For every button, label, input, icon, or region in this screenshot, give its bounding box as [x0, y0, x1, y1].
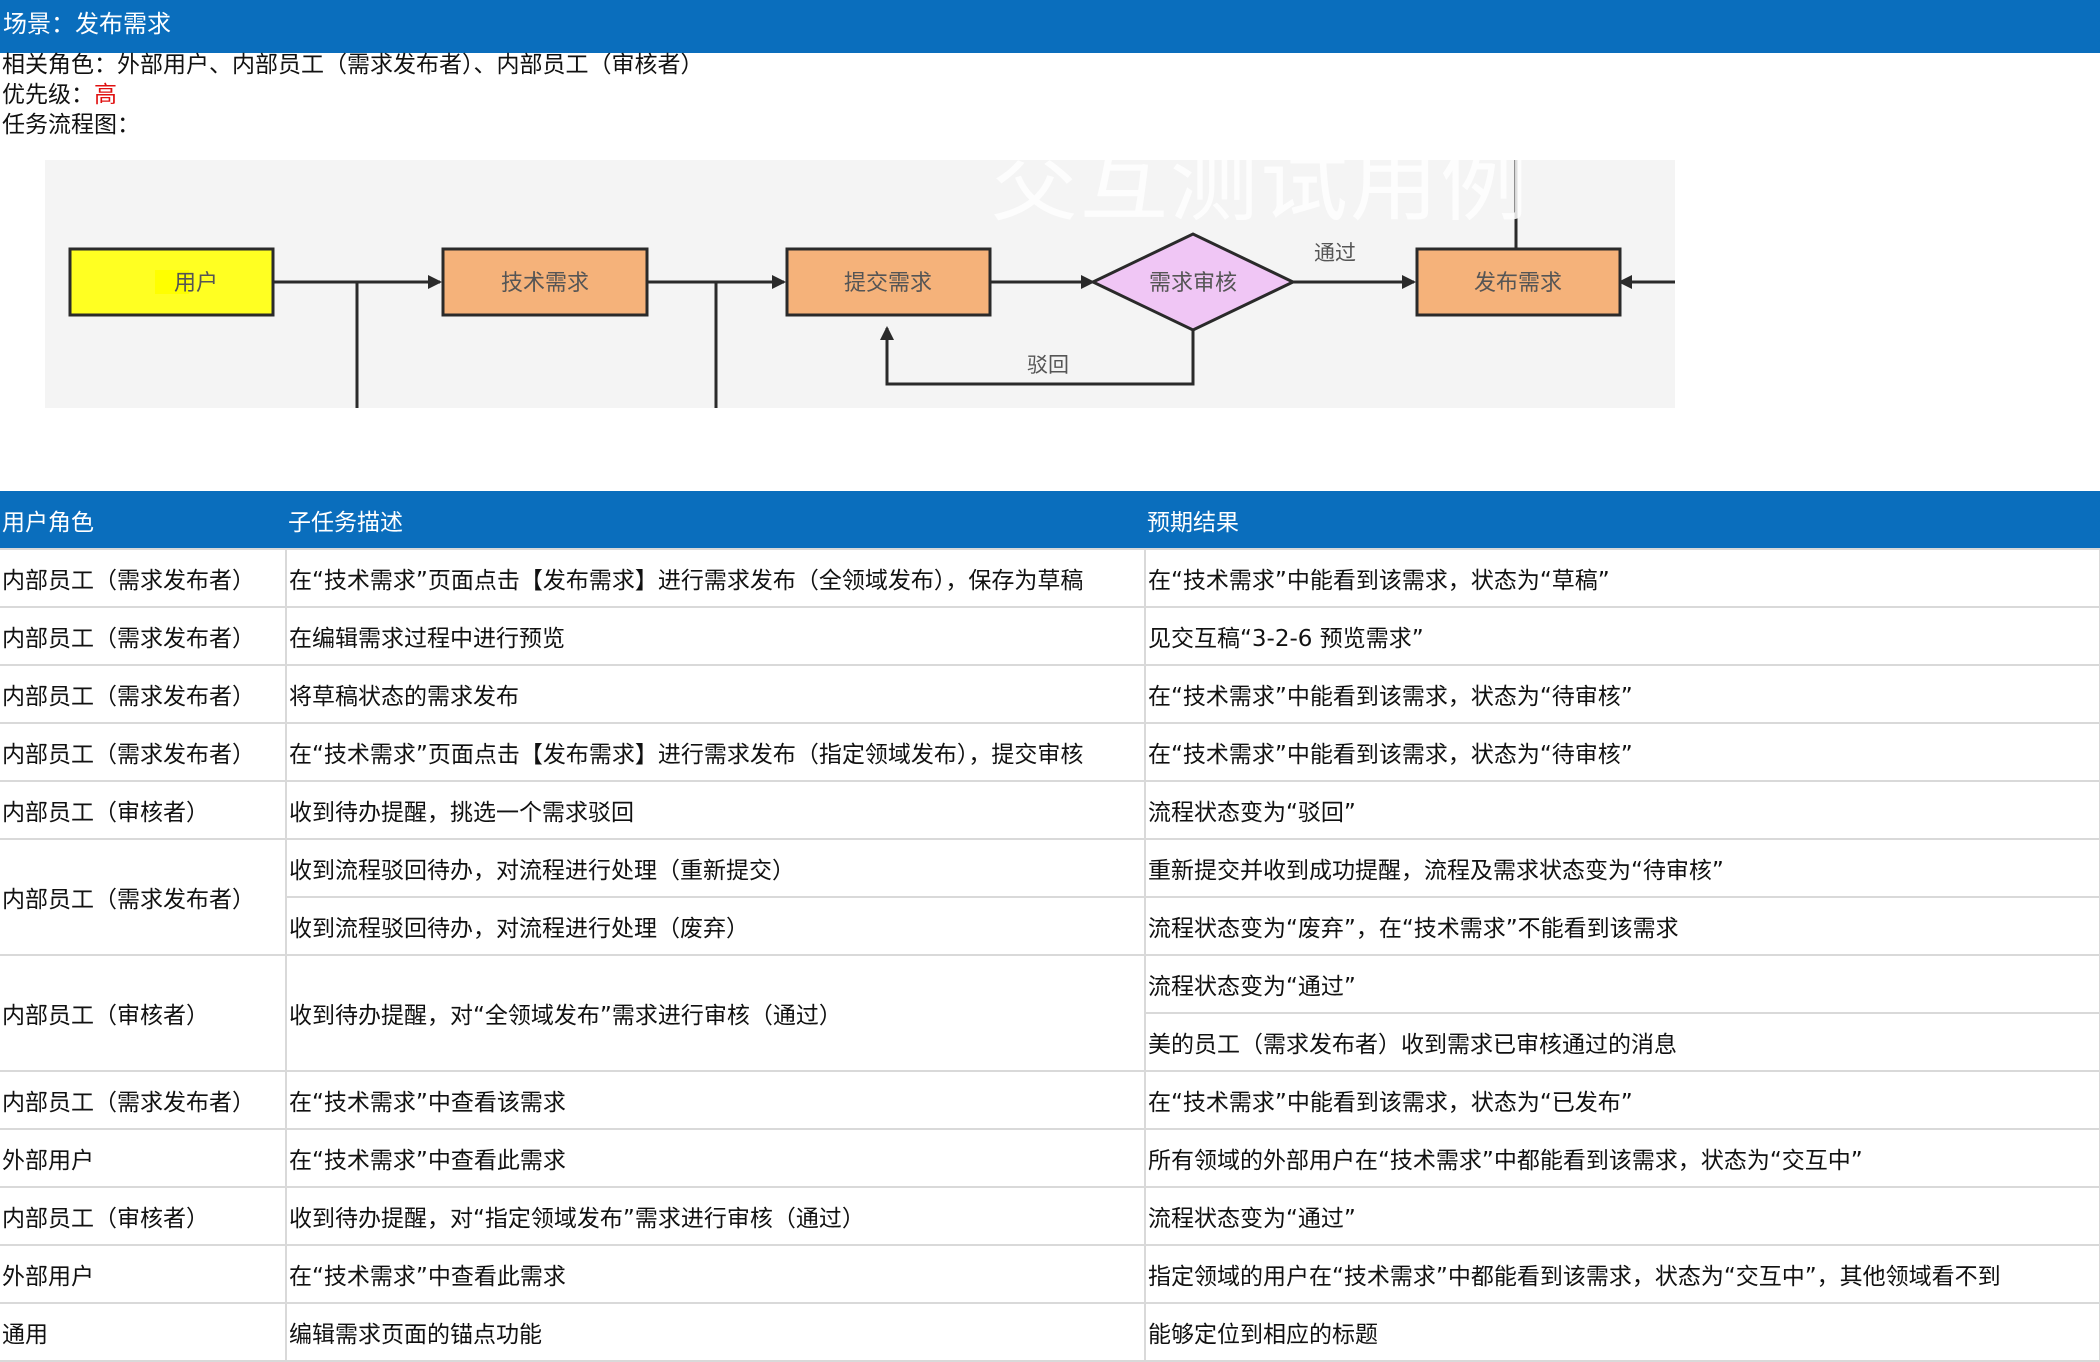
table-row: 内部员工（需求发布者） 在“技术需求”页面点击【发布需求】进行需求发布（全领域发…: [0, 548, 2100, 608]
cell-role: 内部员工（需求发布者）: [0, 664, 287, 724]
cell-result: 流程状态变为“通过”: [1144, 1186, 2100, 1246]
header-task: 子任务描述: [286, 491, 1145, 549]
roles-line: 相关角色：外部用户、内部员工（需求发布者）、内部员工（审核者）: [2, 52, 704, 78]
cell-role: 内部员工（需求发布者）: [0, 838, 287, 956]
table-row: 通用 编辑需求页面的锚点功能 能够定位到相应的标题: [0, 1302, 2100, 1362]
cell-role: 通用: [0, 1302, 287, 1362]
cell-result: 见交互稿“3-2-6 预览需求”: [1144, 606, 2100, 666]
cell-result: 流程状态变为“驳回”: [1144, 780, 2100, 840]
cell-result: 指定领域的用户在“技术需求”中都能看到该需求，状态为“交互中”，其他领域看不到: [1144, 1244, 2100, 1304]
header-role: 用户角色: [0, 491, 286, 549]
cell-result: 在“技术需求”中能看到该需求，状态为“已发布”: [1144, 1070, 2100, 1130]
table-row: 内部员工（审核者） 收到待办提醒，对“全领域发布”需求进行审核（通过） 流程状态…: [0, 954, 2100, 1072]
cell-task: 在编辑需求过程中进行预览: [285, 606, 1146, 666]
cell-result: 所有领域的外部用户在“技术需求”中都能看到该需求，状态为“交互中”: [1144, 1128, 2100, 1188]
flow-label: 任务流程图：: [2, 112, 140, 138]
cell-role: 内部员工（需求发布者）: [0, 548, 287, 608]
node-submit-demand-label: 提交需求: [844, 271, 932, 296]
table-row: 内部员工（需求发布者） 将草稿状态的需求发布 在“技术需求”中能看到该需求，状态…: [0, 664, 2100, 724]
table-row: 外部用户 在“技术需求”中查看此需求 所有领域的外部用户在“技术需求”中都能看到…: [0, 1128, 2100, 1188]
cell-result: 在“技术需求”中能看到该需求，状态为“待审核”: [1144, 664, 2100, 724]
cell-task: 在“技术需求”页面点击【发布需求】进行需求发布（指定领域发布），提交审核: [285, 722, 1146, 782]
cell-result: 流程状态变为“废弃”，在“技术需求”不能看到该需求: [1144, 896, 2100, 956]
table-row: 收到流程驳回待办，对流程进行处理（废弃） 流程状态变为“废弃”，在“技术需求”不…: [0, 896, 2100, 956]
table-header-row: 用户角色 子任务描述 预期结果: [0, 491, 2100, 549]
cell-task: 收到流程驳回待办，对流程进行处理（重新提交）: [285, 838, 1146, 898]
priority-label: 优先级：: [2, 82, 94, 108]
table-row: 内部员工（审核者） 收到待办提醒，对“指定领域发布”需求进行审核（通过） 流程状…: [0, 1186, 2100, 1246]
scene-title: 场景：发布需求: [3, 10, 171, 38]
table-row: 内部员工（需求发布者） 在“技术需求”中查看该需求 在“技术需求”中能看到该需求…: [0, 1070, 2100, 1130]
cell-task: 收到待办提醒，挑选一个需求驳回: [285, 780, 1146, 840]
cell-task: 收到流程驳回待办，对流程进行处理（废弃）: [286, 896, 1146, 956]
cell-role: 内部员工（需求发布者）: [0, 1070, 287, 1130]
cell-role: 内部员工（需求发布者）: [0, 606, 287, 666]
cell-task: 在“技术需求”中查看此需求: [285, 1128, 1146, 1188]
cell-role: 内部员工（审核者）: [0, 780, 287, 840]
table-row: 内部员工（需求发布者） 在“技术需求”页面点击【发布需求】进行需求发布（指定领域…: [0, 722, 2100, 782]
node-review-label: 需求审核: [1149, 271, 1237, 296]
cell-result: 在“技术需求”中能看到该需求，状态为“草稿”: [1144, 548, 2100, 608]
cell-role: 外部用户: [0, 1244, 287, 1304]
table-row: 内部员工（需求发布者） 收到流程驳回待办，对流程进行处理（重新提交） 重新提交并…: [0, 838, 2100, 956]
cell-role: 内部员工（审核者）: [0, 1186, 287, 1246]
reject-label: 驳回: [1027, 353, 1069, 377]
cell-role: 内部员工（审核者）: [0, 954, 287, 1072]
cell-role: 内部员工（需求发布者）: [0, 722, 287, 782]
table-row: 外部用户 在“技术需求”中查看此需求 指定领域的用户在“技术需求”中都能看到该需…: [0, 1244, 2100, 1304]
watermark-text: 交互测试用例: [990, 131, 1531, 234]
priority-value: 高: [94, 82, 117, 108]
cell-result: 在“技术需求”中能看到该需求，状态为“待审核”: [1144, 722, 2100, 782]
cell-result: 能够定位到相应的标题: [1144, 1302, 2100, 1362]
node-tech-demand-label: 技术需求: [501, 271, 589, 296]
cell-role: 外部用户: [0, 1128, 287, 1188]
table-row: 内部员工（需求发布者） 在编辑需求过程中进行预览 见交互稿“3-2-6 预览需求…: [0, 606, 2100, 666]
cell-result: 美的员工（需求发布者）收到需求已审核通过的消息: [1145, 1012, 2100, 1072]
cell-task: 收到待办提醒，对“指定领域发布”需求进行审核（通过）: [285, 1186, 1146, 1246]
node-publish-label: 发布需求: [1474, 271, 1562, 296]
scene-title-bar: 场景：发布需求: [0, 0, 2100, 53]
pass-label: 通过: [1314, 241, 1356, 265]
test-case-table: 用户角色 子任务描述 预期结果 内部员工（需求发布者） 在“技术需求”页面点击【…: [0, 491, 2100, 1362]
cell-task: 在“技术需求”页面点击【发布需求】进行需求发布（全领域发布），保存为草稿: [285, 548, 1146, 608]
priority-line: 优先级：高: [2, 80, 117, 110]
cell-result: 流程状态变为“通过”: [1144, 954, 2100, 1014]
node-user-label: 用户: [174, 271, 218, 296]
cell-task: 收到待办提醒，对“全领域发布”需求进行审核（通过）: [285, 954, 1146, 1072]
cell-task: 在“技术需求”中查看该需求: [285, 1070, 1146, 1130]
cell-task: 将草稿状态的需求发布: [285, 664, 1146, 724]
cell-result: 重新提交并收到成功提醒，流程及需求状态变为“待审核”: [1144, 838, 2100, 898]
cell-task: 在“技术需求”中查看此需求: [285, 1244, 1146, 1304]
header-result: 预期结果: [1145, 491, 2100, 549]
cell-task: 编辑需求页面的锚点功能: [285, 1302, 1146, 1362]
table-row: 内部员工（审核者） 收到待办提醒，挑选一个需求驳回 流程状态变为“驳回”: [0, 780, 2100, 840]
